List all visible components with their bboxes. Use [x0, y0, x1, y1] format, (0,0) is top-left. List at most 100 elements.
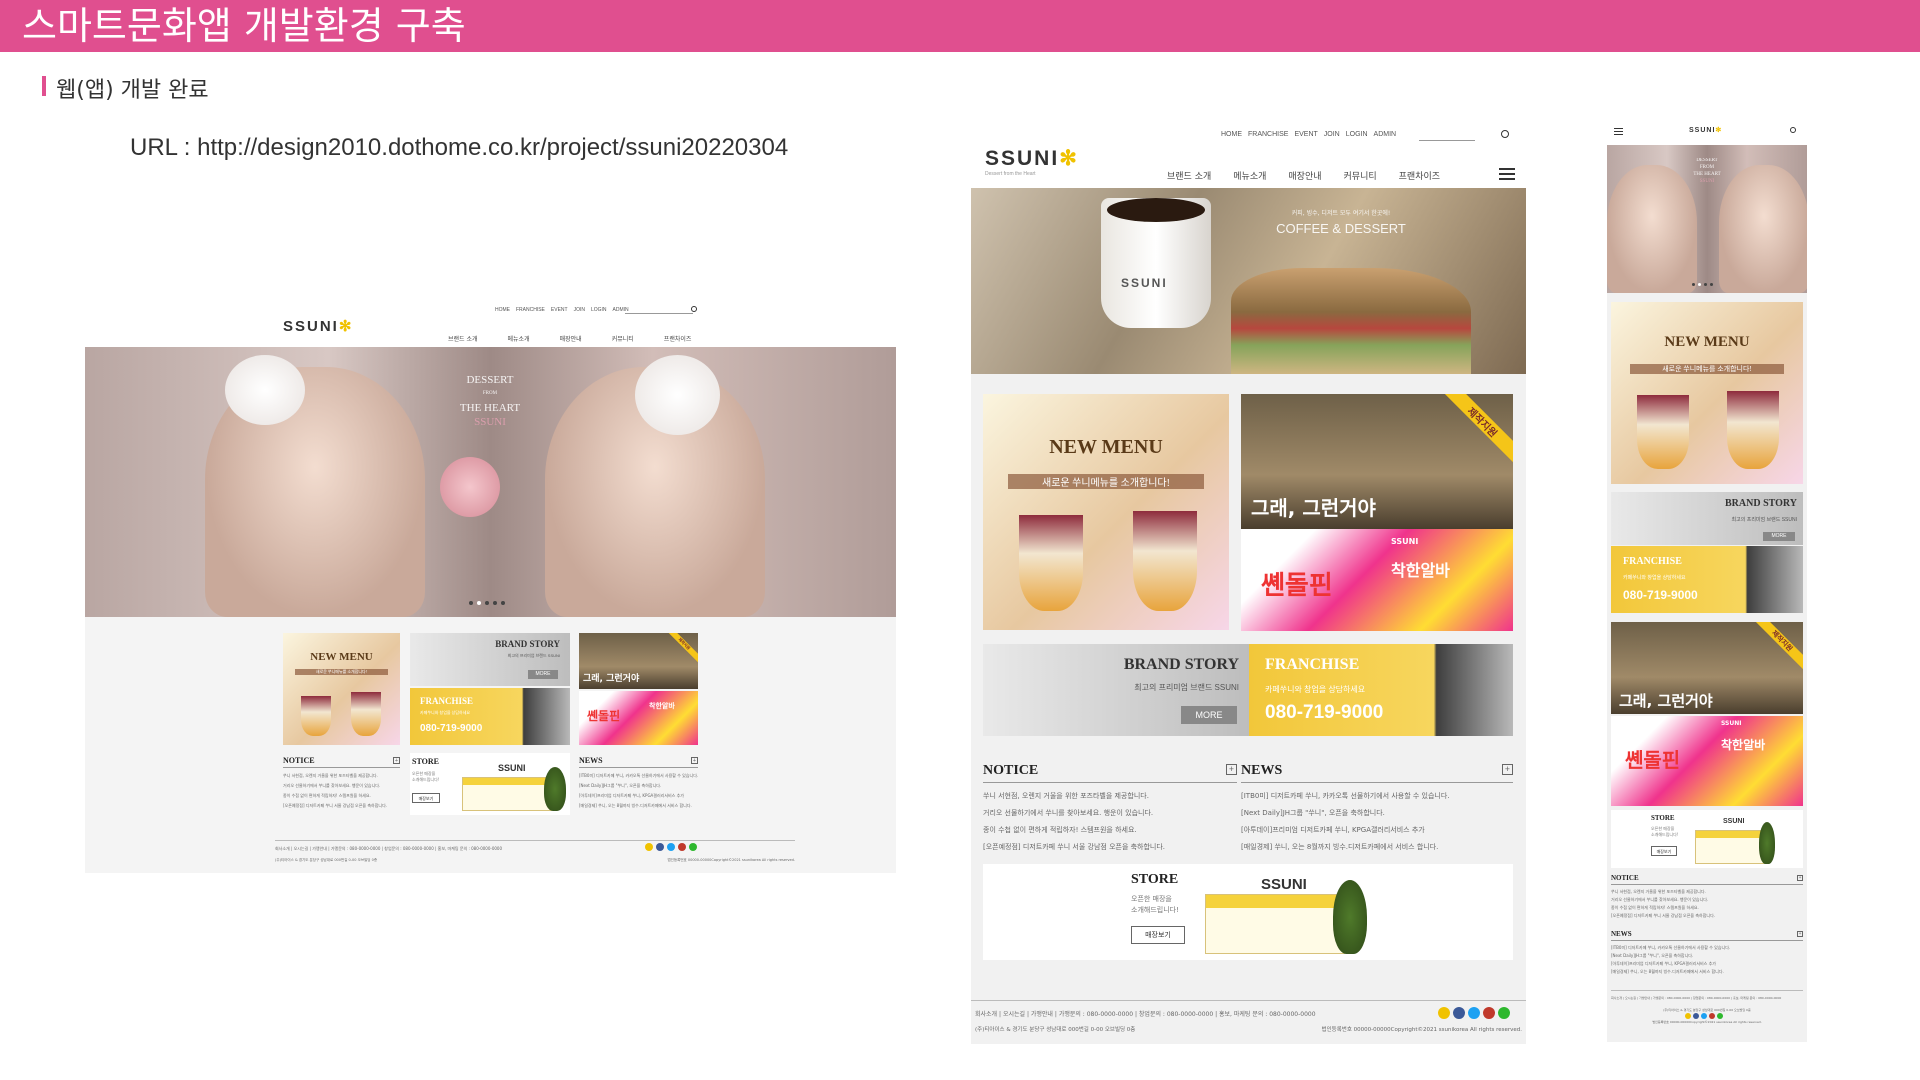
gnb-store[interactable]: 매장안내 [1288, 169, 1321, 182]
footer-link[interactable]: 오시는길 [294, 846, 309, 851]
store-view-button[interactable]: 매장보기 [412, 793, 440, 803]
util-event[interactable]: EVENT [551, 307, 568, 313]
notice-item[interactable]: [오픈예정점] 디저트카페 쑤니 서울 강남점 오픈을 축하합니다. [1611, 912, 1803, 920]
tablet-new-menu-card[interactable]: NEW MENU 새로운 쑤니메뉴를 소개합니다! [983, 394, 1229, 630]
gnb-community[interactable]: 커뮤니티 [1344, 169, 1377, 182]
util-join[interactable]: JOIN [574, 307, 585, 313]
news-item[interactable]: [ITB0미] 디저트카페 쑤니, 카카오톡 선물하기에서 사용할 수 있습니다… [1241, 788, 1513, 805]
util-home[interactable]: HOME [1221, 131, 1242, 138]
notice-item[interactable]: 쑤니 서현점, 오렌지 거울을 위한 포즈타벨을 제공합니다. [1611, 888, 1803, 896]
tablet-brand-story-card[interactable]: BRAND STORY 최고의 프리미엄 브랜드 SSUNI MORE [983, 644, 1249, 736]
blog-icon[interactable] [1498, 1007, 1510, 1019]
news-more-icon[interactable]: + [1797, 931, 1803, 937]
footer-link[interactable]: 가맹안내 [312, 846, 327, 851]
news-item[interactable]: [아투데이]프리미엄 디저트카페 쑤니, KPGA갤러리서비스 추가 [579, 791, 698, 801]
news-item[interactable]: [매일경제] 쑤니, 오는 8월까지 빙수.디저트카페에서 서비스 합니다. [1241, 839, 1513, 856]
gnb-franchise[interactable]: 프랜차이즈 [664, 334, 692, 343]
desktop-ad-card[interactable]: 쏀돌핀 착한알바 [579, 691, 698, 745]
footer-link[interactable]: 가맹안내 [1639, 996, 1650, 1000]
tablet-search-input[interactable] [1419, 140, 1475, 141]
notice-more-icon[interactable]: + [1797, 875, 1803, 881]
notice-item[interactable]: [오픈예정점] 디저트카페 쑤니 서울 강남점 오픈을 축하합니다. [283, 801, 400, 811]
mobile-search-icon[interactable] [1790, 127, 1796, 133]
notice-more-icon[interactable]: + [1226, 764, 1237, 775]
tablet-drama-card[interactable]: 그래, 그런거야 제작지원 [1241, 394, 1513, 529]
util-admin[interactable]: ADMIN [1374, 131, 1397, 138]
footer-link[interactable]: 오시는길 [1625, 996, 1636, 1000]
news-more-icon[interactable]: + [1502, 764, 1513, 775]
mobile-drama-card[interactable]: 그래, 그런거야 제작지원 [1611, 622, 1803, 714]
util-franchise[interactable]: FRANCHISE [516, 307, 545, 313]
mobile-menu-icon[interactable] [1614, 128, 1623, 135]
twitter-icon[interactable] [1701, 1013, 1707, 1019]
desktop-logo[interactable]: SSUNI✻ [283, 317, 353, 335]
footer-link[interactable]: 회사소개 [1611, 996, 1622, 1000]
news-item[interactable]: [ITB0미] 디저트카페 쑤니, 카카오톡 선물하기에서 사용할 수 있습니다… [579, 771, 698, 781]
notice-item[interactable]: [오픈예정점] 디저트카페 쑤니 서울 강남점 오픈을 축하합니다. [983, 839, 1237, 856]
news-item[interactable]: [ITB0미] 디저트카페 쑤니, 카카오톡 선물하기에서 사용할 수 있습니다… [1611, 944, 1803, 952]
facebook-icon[interactable] [656, 843, 664, 851]
sns-icon[interactable] [645, 843, 653, 851]
notice-item[interactable]: 거리오 선물하기에서 쑤니를 찾아보세요. 행운이 있습니다. [1611, 896, 1803, 904]
notice-item[interactable]: 종이 수첩 없이 편하게 적립하자! 스템프원을 하세요. [1611, 904, 1803, 912]
twitter-icon[interactable] [667, 843, 675, 851]
news-item[interactable]: [아투데이]프리미엄 디저트카페 쑤니, KPGA갤러리서비스 추가 [1611, 960, 1803, 968]
brand-story-more-button[interactable]: MORE [1181, 706, 1237, 724]
footer-link[interactable]: 회사소개 [275, 846, 290, 851]
tablet-franchise-card[interactable]: FRANCHISE 카페쑤니와 창업을 상담하세요 080-719-9000 [1249, 644, 1513, 736]
gnb-brand[interactable]: 브랜드 소개 [448, 334, 478, 343]
footer-link[interactable]: 오시는길 [1003, 1011, 1025, 1018]
util-home[interactable]: HOME [495, 307, 510, 313]
facebook-icon[interactable] [1693, 1013, 1699, 1019]
mobile-new-menu-card[interactable]: NEW MENU 새로운 쑤니메뉴를 소개합니다! [1611, 302, 1803, 484]
util-franchise[interactable]: FRANCHISE [1248, 131, 1288, 138]
gnb-store[interactable]: 매장안내 [560, 334, 582, 343]
notice-more-icon[interactable]: + [393, 757, 400, 764]
project-url[interactable]: URL : http://design2010.dothome.co.kr/pr… [130, 134, 788, 162]
news-more-icon[interactable]: + [691, 757, 698, 764]
mobile-franchise-card[interactable]: FRANCHISE 카페쑤니와 창업을 상담하세요 080-719-9000 [1611, 546, 1803, 613]
blog-icon[interactable] [1717, 1013, 1723, 1019]
news-item[interactable]: [매일경제] 쑤니, 오는 8월까지 빙수.디저트카페에서 서비스 합니다. [579, 801, 698, 811]
youtube-icon[interactable] [1483, 1007, 1495, 1019]
gnb-community[interactable]: 커뮤니티 [612, 334, 634, 343]
youtube-icon[interactable] [1709, 1013, 1715, 1019]
tablet-menu-icon[interactable] [1499, 168, 1515, 180]
youtube-icon[interactable] [678, 843, 686, 851]
util-login[interactable]: LOGIN [1346, 131, 1368, 138]
news-item[interactable]: [아투데이]프리미엄 디저트카페 쑤니, KPGA갤러리서비스 추가 [1241, 822, 1513, 839]
desktop-franchise-card[interactable]: FRANCHISE 카페쑤니와 창업을 상담하세요 080-719-9000 [410, 688, 570, 745]
util-login[interactable]: LOGIN [591, 307, 607, 313]
footer-link[interactable]: 가맹안내 [1031, 1011, 1053, 1018]
blog-icon[interactable] [689, 843, 697, 851]
store-view-button[interactable]: 매장보기 [1651, 846, 1677, 856]
hero-slider-dots[interactable] [469, 601, 505, 605]
sns-icon[interactable] [1685, 1013, 1691, 1019]
news-item[interactable]: [Next Daily]JH그룹 "쑤니", 오픈을 축하합니다. [579, 781, 698, 791]
tablet-logo[interactable]: SSUNI✻ Dessert from the Heart [985, 146, 1079, 177]
news-item[interactable]: [Next Daily]JH그룹 "쑤니", 오픈을 축하합니다. [1241, 805, 1513, 822]
util-event[interactable]: EVENT [1294, 131, 1317, 138]
brand-story-more-button[interactable]: MORE [528, 670, 558, 679]
desktop-brand-story-card[interactable]: BRAND STORY 최고의 프리미엄 브랜드 SSUNI MORE [410, 633, 570, 686]
tablet-search-icon[interactable] [1501, 130, 1509, 138]
footer-link[interactable]: 회사소개 [975, 1011, 997, 1018]
desktop-search-icon[interactable] [691, 306, 697, 312]
facebook-icon[interactable] [1453, 1007, 1465, 1019]
gnb-franchise[interactable]: 프랜차이즈 [1399, 169, 1440, 182]
desktop-search-input[interactable] [625, 313, 693, 314]
notice-item[interactable]: 쑤니 서현점, 오렌지 거울을 위한 포즈타벨을 제공합니다. [983, 788, 1237, 805]
notice-item[interactable]: 거리오 선물하기에서 쑤니를 찾아보세요. 행운이 있습니다. [283, 781, 400, 791]
desktop-new-menu-card[interactable]: NEW MENU 새로운 쑤니메뉴를 소개합니다! [283, 633, 400, 745]
news-item[interactable]: [Next Daily]JH그룹 "쑤니", 오픈을 축하합니다. [1611, 952, 1803, 960]
gnb-menu[interactable]: 메뉴소개 [1233, 169, 1266, 182]
notice-item[interactable]: 종이 수첩 없이 편하게 적립하자! 스템프원을 하세요. [983, 822, 1237, 839]
hero-slider-dots[interactable] [1692, 283, 1713, 286]
gnb-menu[interactable]: 메뉴소개 [508, 334, 530, 343]
sns-icon[interactable] [1438, 1007, 1450, 1019]
notice-item[interactable]: 쑤니 서현점, 오렌지 거울을 위한 포즈타벨을 제공합니다. [283, 771, 400, 781]
store-view-button[interactable]: 매장보기 [1131, 926, 1185, 944]
twitter-icon[interactable] [1468, 1007, 1480, 1019]
mobile-logo[interactable]: SSUNI✻ [1689, 126, 1722, 134]
mobile-brand-story-card[interactable]: BRAND STORY 최고의 프리미엄 브랜드 SSUNI MORE [1611, 492, 1803, 545]
